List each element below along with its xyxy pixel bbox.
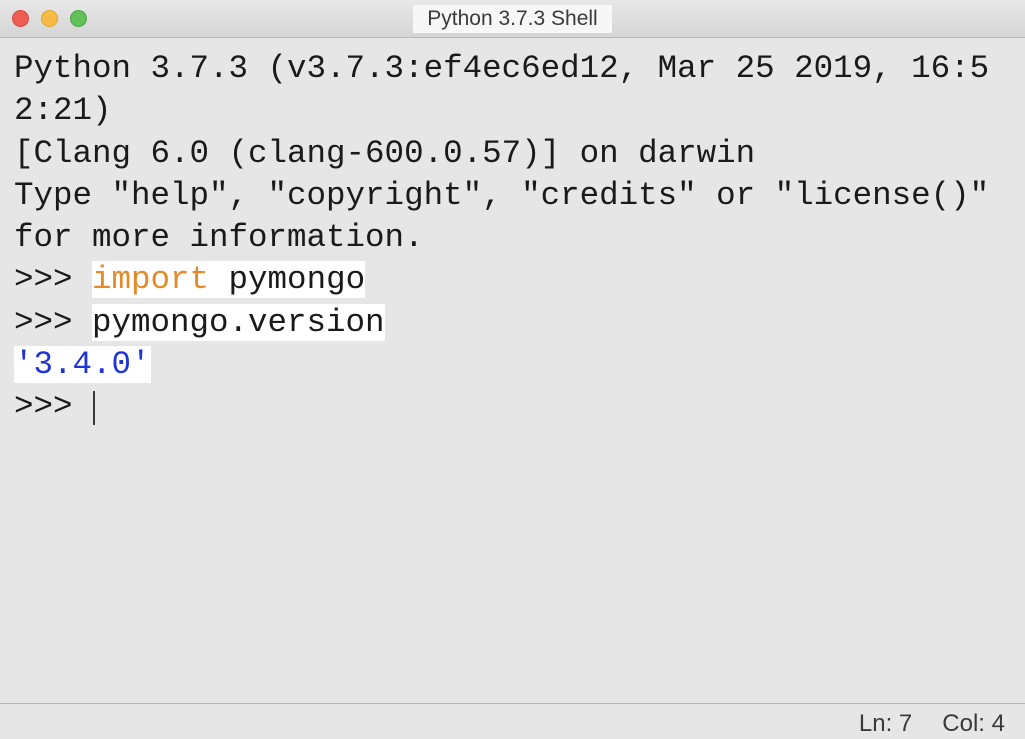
- banner-line-1: Python 3.7.3 (v3.7.3:ef4ec6ed12, Mar 25 …: [14, 50, 989, 129]
- titlebar[interactable]: Python 3.7.3 Shell: [0, 0, 1025, 38]
- status-col: Col: 4: [942, 710, 1005, 738]
- window-title: Python 3.7.3 Shell: [413, 5, 611, 33]
- banner-line-2: [Clang 6.0 (clang-600.0.57)] on darwin: [14, 135, 755, 172]
- maximize-icon[interactable]: [70, 10, 87, 27]
- status-line: Ln: 7: [859, 710, 912, 738]
- prompt: >>>: [14, 261, 92, 298]
- status-bar: Ln: 7 Col: 4: [0, 703, 1025, 739]
- close-icon[interactable]: [12, 10, 29, 27]
- prompt: >>>: [14, 304, 92, 341]
- keyword-import: import: [92, 261, 209, 298]
- text-cursor: [93, 391, 95, 425]
- shell-content[interactable]: Python 3.7.3 (v3.7.3:ef4ec6ed12, Mar 25 …: [0, 38, 1025, 703]
- prompt: >>>: [14, 388, 92, 425]
- minimize-icon[interactable]: [41, 10, 58, 27]
- input-line-2: pymongo.version: [92, 304, 385, 341]
- input-line-1-rest: pymongo: [209, 261, 365, 298]
- banner-line-3: Type "help", "copyright", "credits" or "…: [14, 177, 1009, 256]
- output-line-1: '3.4.0': [14, 346, 151, 383]
- traffic-lights: [12, 10, 87, 27]
